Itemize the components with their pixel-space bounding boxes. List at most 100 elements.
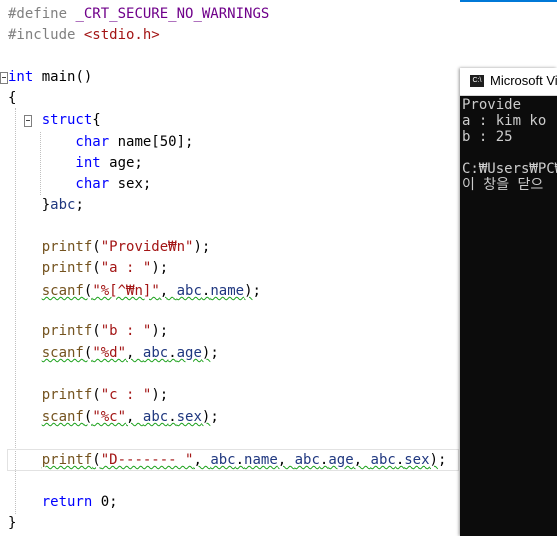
console-title: Microsoft Vi [490,73,557,88]
code-token: } [8,197,51,213]
code-line[interactable]: scanf("%d", abc.age); [8,343,219,364]
console-output: Provide a : kim ko b : 25 C:₩Users₩PC₩ 이 창을 … [462,97,557,193]
code-token-warning: abc [142,345,169,361]
code-token-warning: scanf [41,283,84,299]
code-token: age; [100,155,143,171]
code-token-warning: age [328,452,354,468]
code-line[interactable]: scanf("%c", abc.sex); [8,407,219,428]
code-token-warning: , [277,452,295,468]
code-token: ( [92,323,101,339]
code-token: ); [151,260,169,276]
console-output-line: 이 창을 닫으 [462,177,544,193]
code-token: ; [75,197,84,213]
code-line[interactable]: printf("a : "); [8,258,168,279]
code-token: "a : " [100,260,152,276]
code-line[interactable]: int age; [8,153,143,174]
code-token: <stdio.h> [83,27,160,43]
code-token-warning: sex [404,452,430,468]
code-token-warning: scanf [41,409,84,425]
code-token: main() [33,69,93,85]
code-token: _CRT_SECURE_NO_WARNINGS [75,6,270,22]
code-token: ( [92,260,101,276]
code-token-warning: name [244,452,278,468]
code-token: abc [50,197,76,213]
code-line[interactable]: char name[50]; [8,132,193,153]
code-line[interactable]: #define _CRT_SECURE_NO_WARNINGS [8,4,269,25]
console-output-line: a : kim ko [462,113,547,129]
code-token: char [8,176,110,192]
code-token: "Provide₩n" [100,239,194,255]
code-token-warning: , [193,452,211,468]
code-line[interactable]: printf("b : "); [8,321,168,342]
code-token: ; [437,452,447,468]
code-token-warning: "%d" [92,345,127,361]
code-token: return [8,494,93,510]
code-line[interactable]: int main() [8,67,92,88]
code-line[interactable]: struct{ [8,110,101,131]
code-token-warning: ( [92,452,101,468]
code-token-warning: scanf [41,345,84,361]
code-token-warning: sex [176,409,202,425]
code-token-warning: . [168,345,177,361]
code-token-warning: age [176,345,202,361]
code-token: #include [8,27,84,43]
code-token: int [8,69,34,85]
code-token: ; [252,283,261,299]
code-token: "b : " [100,323,152,339]
code-token: struct [8,112,93,128]
code-token-warning: . [395,452,405,468]
code-token: 0; [92,494,118,510]
code-token: { [92,112,101,128]
code-token-warning: , [126,345,143,361]
code-line[interactable]: printf("D------- ", abc.name, abc.age, a… [8,450,447,471]
code-token-warning: . [168,409,177,425]
code-token: "c : " [100,387,152,403]
code-token: ; [210,345,219,361]
code-token-warning: printf [41,452,93,468]
code-line[interactable]: } [8,513,16,534]
code-token: char [8,134,110,150]
code-token-warning: "D------- " [100,452,194,468]
code-line[interactable]: char sex; [8,174,151,195]
code-token: ( [92,387,101,403]
code-token: sex; [109,176,152,192]
code-token-warning: abc [142,409,169,425]
code-token: ( [92,239,101,255]
console-window[interactable]: C:\ Microsoft Vi Provide a : kim ko b : 25… [460,68,557,536]
code-line[interactable]: { [8,88,16,109]
code-token: { [8,90,17,106]
code-line[interactable]: scanf("%[^₩n]", abc.name); [8,281,261,302]
code-token-warning: . [235,452,245,468]
code-token: ); [151,387,169,403]
code-token: ); [193,239,211,255]
code-token-warning: abc [370,452,396,468]
code-line[interactable]: printf("Provide₩n"); [8,237,211,258]
code-token: printf [8,239,93,255]
code-line[interactable]: }abc; [8,195,84,216]
console-output-line: C:₩Users₩PC₩ [462,161,557,177]
code-line[interactable]: return 0; [8,492,118,513]
code-token-warning: , [126,409,143,425]
console-app-icon: C:\ [470,75,484,87]
code-token: printf [8,387,93,403]
code-token: } [8,515,17,531]
code-token: int [8,155,101,171]
code-token-warning: ) [244,283,253,299]
code-token-warning: "%[^₩n]" [92,283,160,299]
code-token-warning: , [353,452,371,468]
console-output-line: b : 25 [462,129,513,145]
code-token-warning: abc [176,283,202,299]
console-titlebar[interactable]: C:\ Microsoft Vi [460,68,557,96]
code-token: name[50]; [109,134,194,150]
code-token-warning: abc [294,452,320,468]
code-line[interactable]: printf("c : "); [8,385,168,406]
code-line[interactable]: #include <stdio.h> [8,25,160,46]
code-token: ); [151,323,169,339]
code-token-warning: "%c" [92,409,127,425]
fold-toggle-main-icon[interactable] [0,72,8,84]
